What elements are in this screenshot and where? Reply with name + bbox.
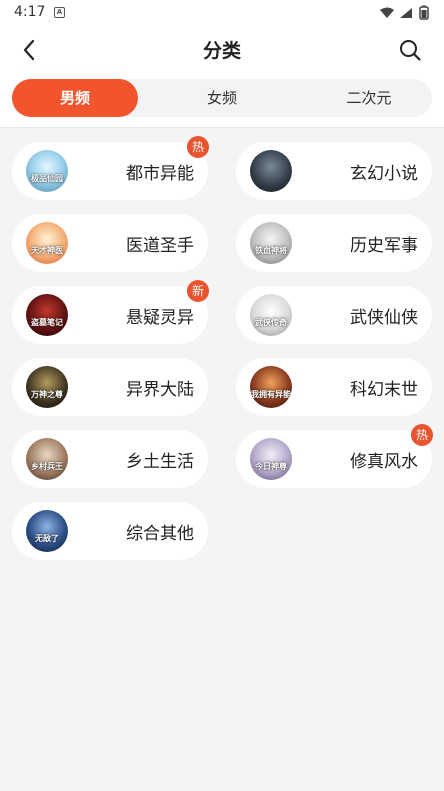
category-name: 异界大陆 xyxy=(126,380,194,400)
category-badge: 热 xyxy=(411,424,433,446)
page-title: 分类 xyxy=(202,40,241,62)
category-card[interactable]: 万神之尊 异界大陆 xyxy=(12,358,208,416)
category-cover-image: 武侠传奇 xyxy=(250,294,292,336)
category-cover-image: 今日神尊 xyxy=(250,438,292,480)
status-bar: 4:17 A xyxy=(0,0,444,26)
category-card[interactable]: 武侠传奇 武侠仙侠 xyxy=(236,286,432,344)
wifi-signal-battery-icon xyxy=(380,5,429,20)
category-card[interactable]: 铁血神将 历史军事 xyxy=(236,214,432,272)
category-badge: 热 xyxy=(187,136,209,158)
category-name: 都市异能 xyxy=(126,164,194,184)
category-name: 乡土生活 xyxy=(126,452,194,472)
status-time: 4:17 xyxy=(14,4,46,20)
search-button[interactable] xyxy=(398,38,422,62)
category-name: 历史军事 xyxy=(350,236,418,256)
category-cover-image: 乡村兵王 xyxy=(26,438,68,480)
category-name: 科幻末世 xyxy=(350,380,418,400)
category-card[interactable]: 天才神医 医道圣手 xyxy=(12,214,208,272)
top-app-bar: 分类 xyxy=(0,26,444,74)
cover-title: 极品仙园 xyxy=(31,174,63,183)
search-icon xyxy=(400,40,421,61)
category-cover-image: 极品仙园 xyxy=(26,150,68,192)
channel-tabs-bar: 男频 女频 二次元 xyxy=(0,74,444,128)
tab-anime[interactable]: 二次元 xyxy=(306,79,432,117)
category-badge: 新 xyxy=(187,280,209,302)
category-cover-image: 铁血神将 xyxy=(250,222,292,264)
category-cover-image: 盗墓笔记 xyxy=(26,294,68,336)
category-card[interactable]: 玄幻小说 xyxy=(236,142,432,200)
category-name: 医道圣手 xyxy=(126,236,194,256)
category-name: 玄幻小说 xyxy=(350,164,418,184)
cover-title: 无敌了 xyxy=(35,534,59,543)
notification-icon: A xyxy=(54,7,65,18)
category-cover-image: 万神之尊 xyxy=(26,366,68,408)
status-icons xyxy=(378,5,434,21)
category-name: 修真风水 xyxy=(350,452,418,472)
category-card[interactable]: 盗墓笔记 悬疑灵异 新 xyxy=(12,280,209,344)
cover-title: 万神之尊 xyxy=(31,390,63,399)
cover-title: 武侠传奇 xyxy=(255,318,287,327)
category-cover-image xyxy=(250,150,292,192)
category-cover-image: 无敌了 xyxy=(26,510,68,552)
tab-male[interactable]: 男频 xyxy=(12,79,138,117)
category-card[interactable]: 今日神尊 修真风水 热 xyxy=(236,424,433,488)
cover-title: 我拥有异能 xyxy=(251,390,291,399)
category-card[interactable]: 我拥有异能 科幻末世 xyxy=(236,358,432,416)
category-name: 悬疑灵异 xyxy=(126,308,194,328)
category-cover-image: 我拥有异能 xyxy=(250,366,292,408)
category-card[interactable]: 无敌了 综合其他 xyxy=(12,502,208,560)
category-cover-image: 天才神医 xyxy=(26,222,68,264)
cover-title: 天才神医 xyxy=(31,246,63,255)
category-card[interactable]: 极品仙园 都市异能 热 xyxy=(12,136,209,200)
category-name: 综合其他 xyxy=(126,524,194,544)
category-card[interactable]: 乡村兵王 乡土生活 xyxy=(12,430,208,488)
cover-title: 盗墓笔记 xyxy=(31,318,63,327)
channel-tabs: 男频 女频 二次元 xyxy=(12,79,432,117)
category-name: 武侠仙侠 xyxy=(350,308,418,328)
cover-title: 铁血神将 xyxy=(255,246,287,255)
tab-female[interactable]: 女频 xyxy=(158,79,286,117)
cover-title: 今日神尊 xyxy=(255,462,287,471)
cover-title: 乡村兵王 xyxy=(31,462,63,471)
